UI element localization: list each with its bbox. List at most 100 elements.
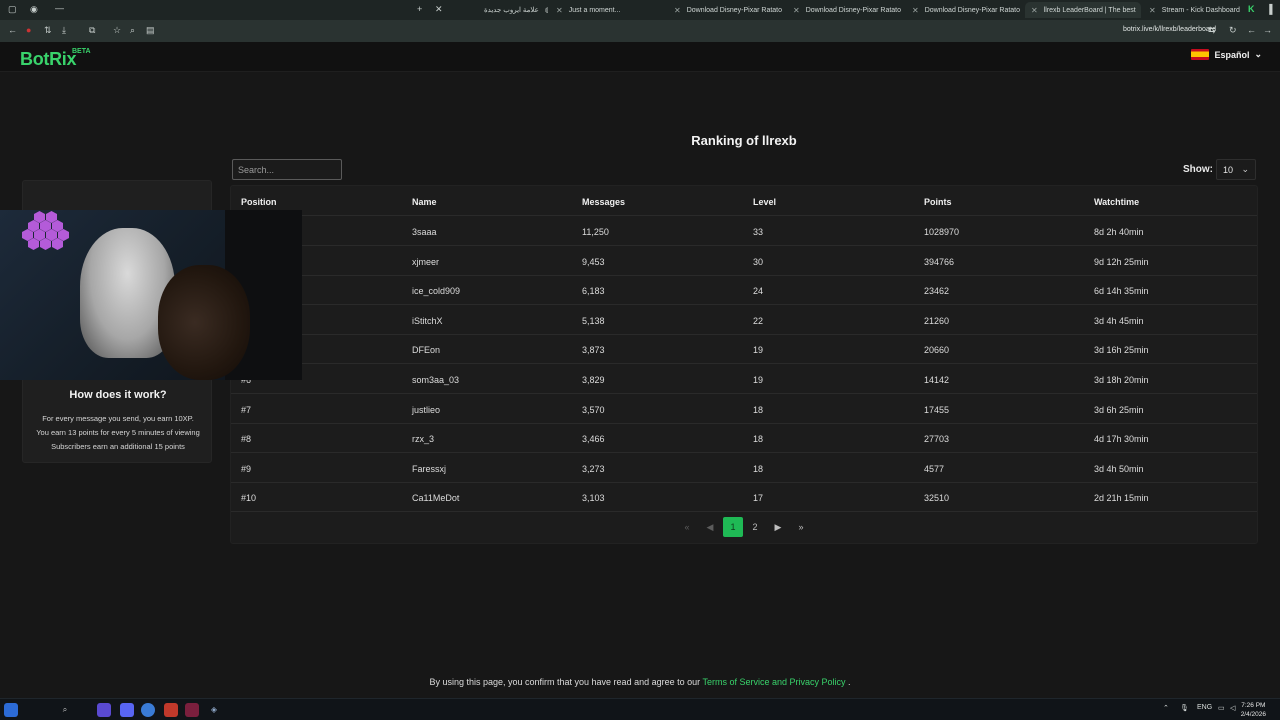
chrome-icon[interactable]	[141, 703, 155, 717]
cell-messages: 3,273	[582, 463, 605, 474]
tab-kick-dashboard[interactable]: ✕ Stream - Kick Dashboard	[1143, 2, 1243, 18]
first-page-icon[interactable]: «	[677, 517, 697, 537]
tab-search-icon[interactable]: ◉	[30, 4, 38, 15]
table-header-row: Position Name Messages Level Points Watc…	[231, 186, 1257, 216]
cell-name: DFEon	[412, 345, 441, 356]
window-icon[interactable]: ▢	[8, 4, 17, 15]
close-tab-icon[interactable]: ✕	[556, 6, 563, 15]
cell-points: 394766	[924, 256, 955, 267]
consent-footer: By using this page, you confirm that you…	[0, 677, 1280, 687]
webcam-person	[158, 265, 250, 380]
cell-messages: 11,250	[582, 227, 609, 237]
app-red-icon[interactable]	[164, 703, 178, 717]
cell-messages: 3,103	[582, 493, 605, 504]
download-icon[interactable]: ⤓	[62, 25, 66, 36]
column-header-watchtime[interactable]: Watchtime	[1094, 197, 1139, 207]
cell-watchtime: 8d 2h 40min	[1094, 227, 1144, 237]
tab-download-1[interactable]: ✕ Download Disney-Pixar Ratato	[668, 2, 784, 18]
tab-label: Stream - Kick Dashboard	[1161, 6, 1240, 14]
close-tab-icon[interactable]: ✕	[1149, 6, 1156, 15]
star-icon[interactable]: ☆	[113, 25, 121, 36]
tab-label: Download Disney-Pixar Ratato	[924, 6, 1021, 14]
minimize-icon[interactable]: —	[55, 3, 64, 13]
cell-points: 1028970	[924, 227, 960, 237]
page-button-1[interactable]: 1	[723, 517, 743, 537]
steam-icon[interactable]: ◈	[207, 703, 221, 717]
column-header-points[interactable]: Points	[924, 197, 952, 207]
search-input[interactable]	[232, 159, 342, 180]
cell-messages: 5,138	[582, 315, 605, 326]
cell-position: #8	[241, 434, 252, 445]
cell-name: justlieo	[412, 404, 441, 415]
extensions-icon[interactable]: ⧉	[89, 25, 95, 36]
obs-icon[interactable]	[185, 703, 199, 717]
tab-download-3[interactable]: ✕ Download Disney-Pixar Ratato	[906, 2, 1022, 18]
reader-icon[interactable]: ▤	[146, 25, 155, 36]
language-selector[interactable]: Español ⌄	[1191, 49, 1262, 60]
cell-messages: 3,873	[582, 345, 605, 356]
column-header-messages[interactable]: Messages	[582, 197, 625, 207]
close-icon[interactable]: ✕	[435, 4, 443, 15]
cell-messages: 3,829	[582, 375, 605, 385]
webcam-overlay	[0, 210, 302, 380]
back-icon[interactable]: ←	[8, 25, 17, 35]
url-field[interactable]: botrix.live/k/llrexb/leaderboard	[1123, 26, 1216, 33]
cell-watchtime: 3d 18h 20min	[1094, 375, 1149, 385]
close-tab-icon[interactable]: ✕	[1031, 6, 1038, 15]
taskbar-clock[interactable]: 7:26 PM 2/4/2026	[1241, 701, 1266, 719]
tab-download-2[interactable]: ✕ Download Disney-Pixar Ratato	[787, 2, 903, 18]
pagination: « ◀ 1 2 ▶ »	[231, 517, 1257, 539]
info-card-line: Subscribers earn an additional 15 points	[51, 442, 185, 451]
page-size-select[interactable]: 10 ⌄	[1216, 159, 1256, 180]
cell-watchtime: 3d 4h 50min	[1094, 463, 1144, 474]
cell-level: 22	[753, 315, 764, 326]
app-icon[interactable]	[97, 703, 111, 717]
address-bar: ← ● ⇅ ⤓ ⧉ ☆ ⌕ ▤ botrix.live/k/llrexb/lea…	[0, 20, 1280, 42]
prev-page-icon[interactable]: ◀	[700, 517, 720, 537]
globe-icon: ◍	[544, 7, 548, 14]
column-header-position[interactable]: Position	[241, 197, 277, 207]
table-row: #10 Ca11MeDot 3,103 17 32510 2d 21h 15min	[231, 482, 1257, 513]
leaderboard-table: Position Name Messages Level Points Watc…	[230, 185, 1258, 544]
cell-messages: 9,453	[582, 256, 605, 267]
tab-leaderboard[interactable]: ✕ llrexb LeaderBoard | The best	[1025, 2, 1141, 18]
close-tab-icon[interactable]: ✕	[912, 6, 919, 15]
cell-points: 32510	[924, 493, 950, 504]
terms-link[interactable]: Terms of Service and Privacy Policy	[702, 677, 845, 687]
cell-points: 14142	[924, 375, 950, 385]
kick-icon[interactable]: K	[1248, 4, 1255, 14]
zoom-icon[interactable]: ⌕	[130, 25, 135, 36]
cell-level: 24	[753, 286, 764, 297]
language-indicator[interactable]: ENG	[1197, 704, 1212, 711]
column-header-name[interactable]: Name	[412, 197, 437, 207]
table-row: #7 justlieo 3,570 18 17455 3d 6h 25min	[231, 394, 1257, 424]
info-card-title: How does it work?	[69, 389, 167, 401]
translate-icon[interactable]: ⇆	[1208, 25, 1216, 36]
sidebar-icon[interactable]: ▐	[1266, 4, 1272, 14]
discord-icon[interactable]	[120, 703, 134, 717]
column-header-level[interactable]: Level	[753, 197, 776, 207]
start-icon[interactable]	[4, 703, 18, 717]
volume-icon[interactable]: ◁	[1230, 704, 1235, 712]
profile-icon[interactable]: ●	[26, 25, 31, 35]
close-tab-icon[interactable]: ✕	[793, 6, 800, 15]
close-tab-icon[interactable]: ✕	[674, 6, 681, 15]
tab-new-tab[interactable]: علامة ايروب جديدة ◍	[478, 2, 548, 18]
botrix-logo[interactable]: BotRix	[20, 49, 77, 70]
cell-watchtime: 3d 4h 45min	[1094, 315, 1144, 326]
next-page-icon[interactable]: ▶	[768, 517, 788, 537]
mic-icon[interactable]: 🎙	[1180, 704, 1189, 712]
reload-icon[interactable]: ↻	[1229, 25, 1237, 36]
cell-level: 19	[753, 345, 764, 356]
new-tab-icon[interactable]: +	[417, 4, 422, 14]
split-icon[interactable]: ⇅	[44, 25, 52, 36]
last-page-icon[interactable]: »	[791, 517, 811, 537]
forward-icon[interactable]: ←	[1247, 25, 1256, 35]
tab-just-a-moment[interactable]: ✕ Just a moment...	[550, 2, 666, 18]
search-icon[interactable]: ⌕	[58, 703, 72, 717]
page-button-2[interactable]: 2	[745, 517, 765, 537]
tray-chevron-icon[interactable]: ⌃	[1163, 704, 1169, 712]
cell-level: 33	[753, 227, 764, 237]
display-icon[interactable]: ▭	[1218, 704, 1225, 712]
back-nav-icon[interactable]: →	[1263, 25, 1272, 35]
